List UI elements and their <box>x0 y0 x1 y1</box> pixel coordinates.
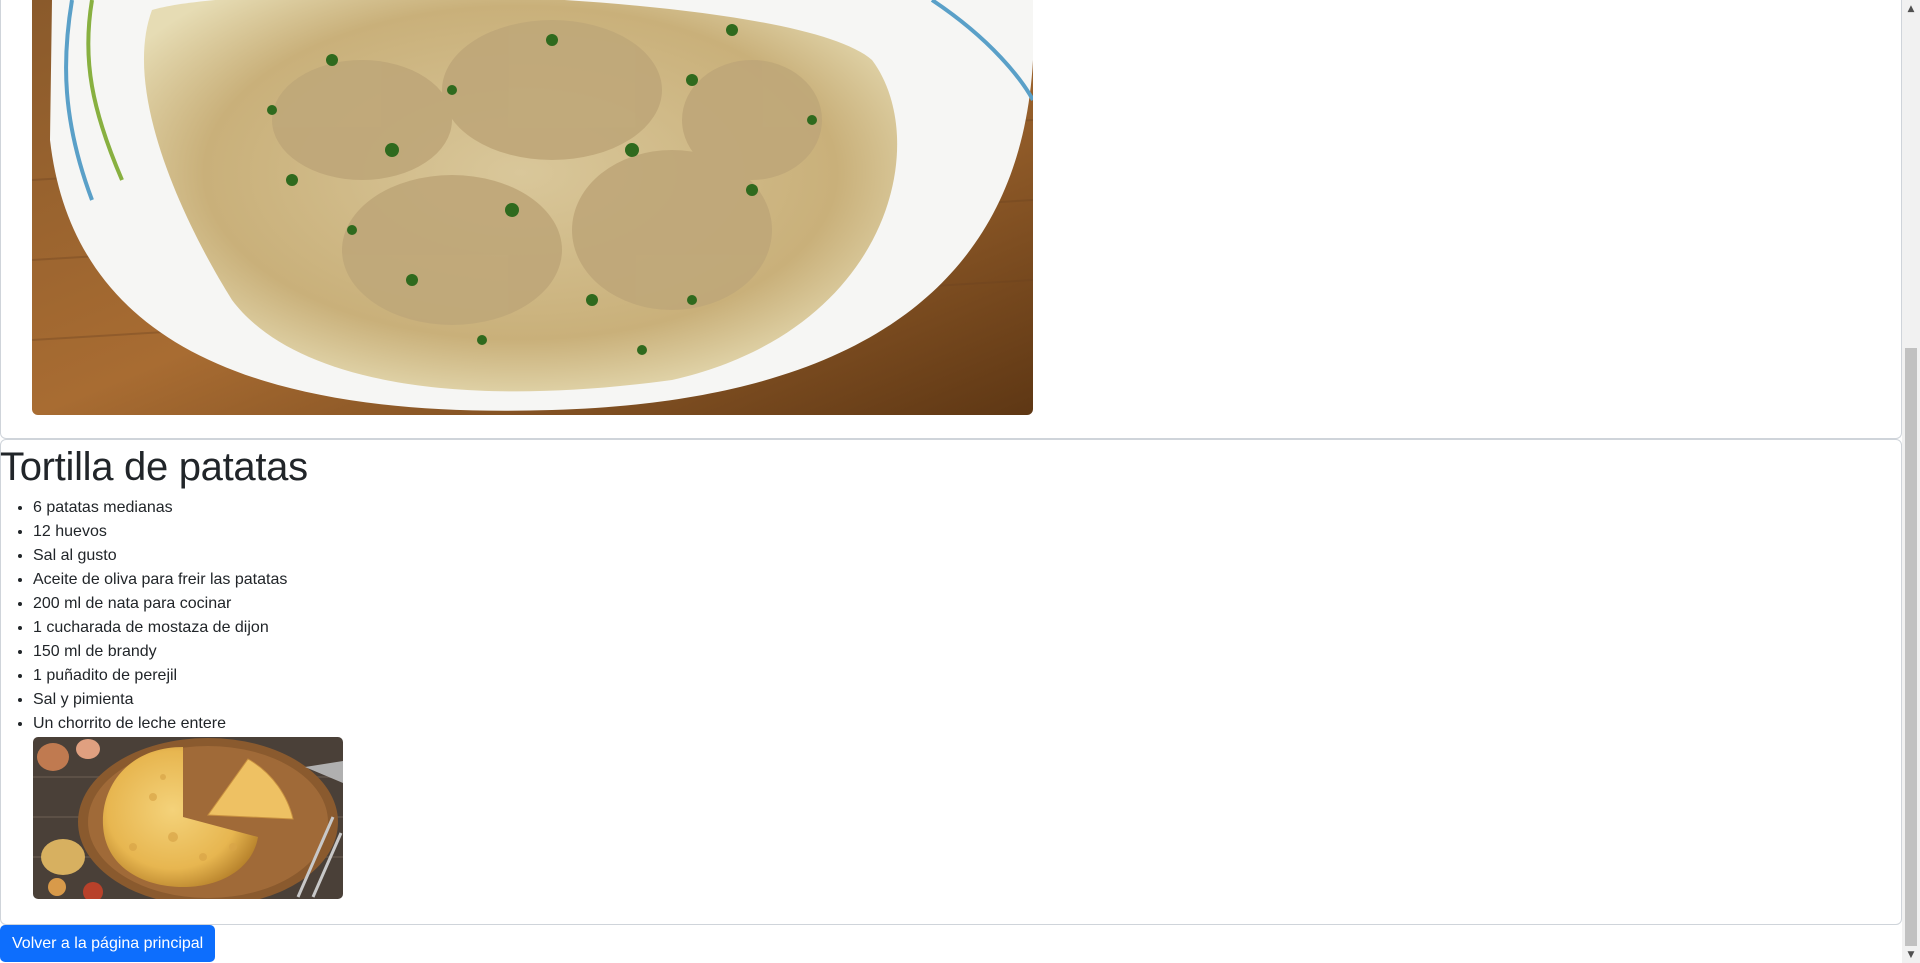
back-to-home-button[interactable]: Volver a la página principal <box>0 925 216 962</box>
ingredient-item: 1 puñadito de perejil <box>33 664 287 688</box>
previous-recipe-photo <box>32 0 1033 415</box>
recipe-title: Tortilla de patatas <box>0 445 308 489</box>
ingredient-item: Un chorrito de leche entere <box>33 712 287 736</box>
ingredient-item: 12 huevos <box>33 520 287 544</box>
ingredient-item: 1 cucharada de mostaza de dijon <box>33 616 287 640</box>
page: Tortilla de patatas 6 patatas medianas 1… <box>0 0 1902 963</box>
ingredients-list: 6 patatas medianas 12 huevos Sal al gust… <box>0 496 287 736</box>
ingredient-item: 150 ml de brandy <box>33 640 287 664</box>
scroll-up-arrow-icon[interactable]: ▲ <box>1902 0 1920 17</box>
ingredient-item: Sal y pimienta <box>33 688 287 712</box>
ingredient-item: Sal al gusto <box>33 544 287 568</box>
vertical-scrollbar[interactable]: ▲ ▼ <box>1902 0 1920 963</box>
scroll-down-arrow-icon[interactable]: ▼ <box>1902 946 1920 963</box>
ingredient-item: 200 ml de nata para cocinar <box>33 592 287 616</box>
scrollbar-thumb[interactable] <box>1905 348 1917 946</box>
ingredient-item: 6 patatas medianas <box>33 496 287 520</box>
recipe-photo <box>33 737 343 899</box>
ingredient-item: Aceite de oliva para freir las patatas <box>33 568 287 592</box>
